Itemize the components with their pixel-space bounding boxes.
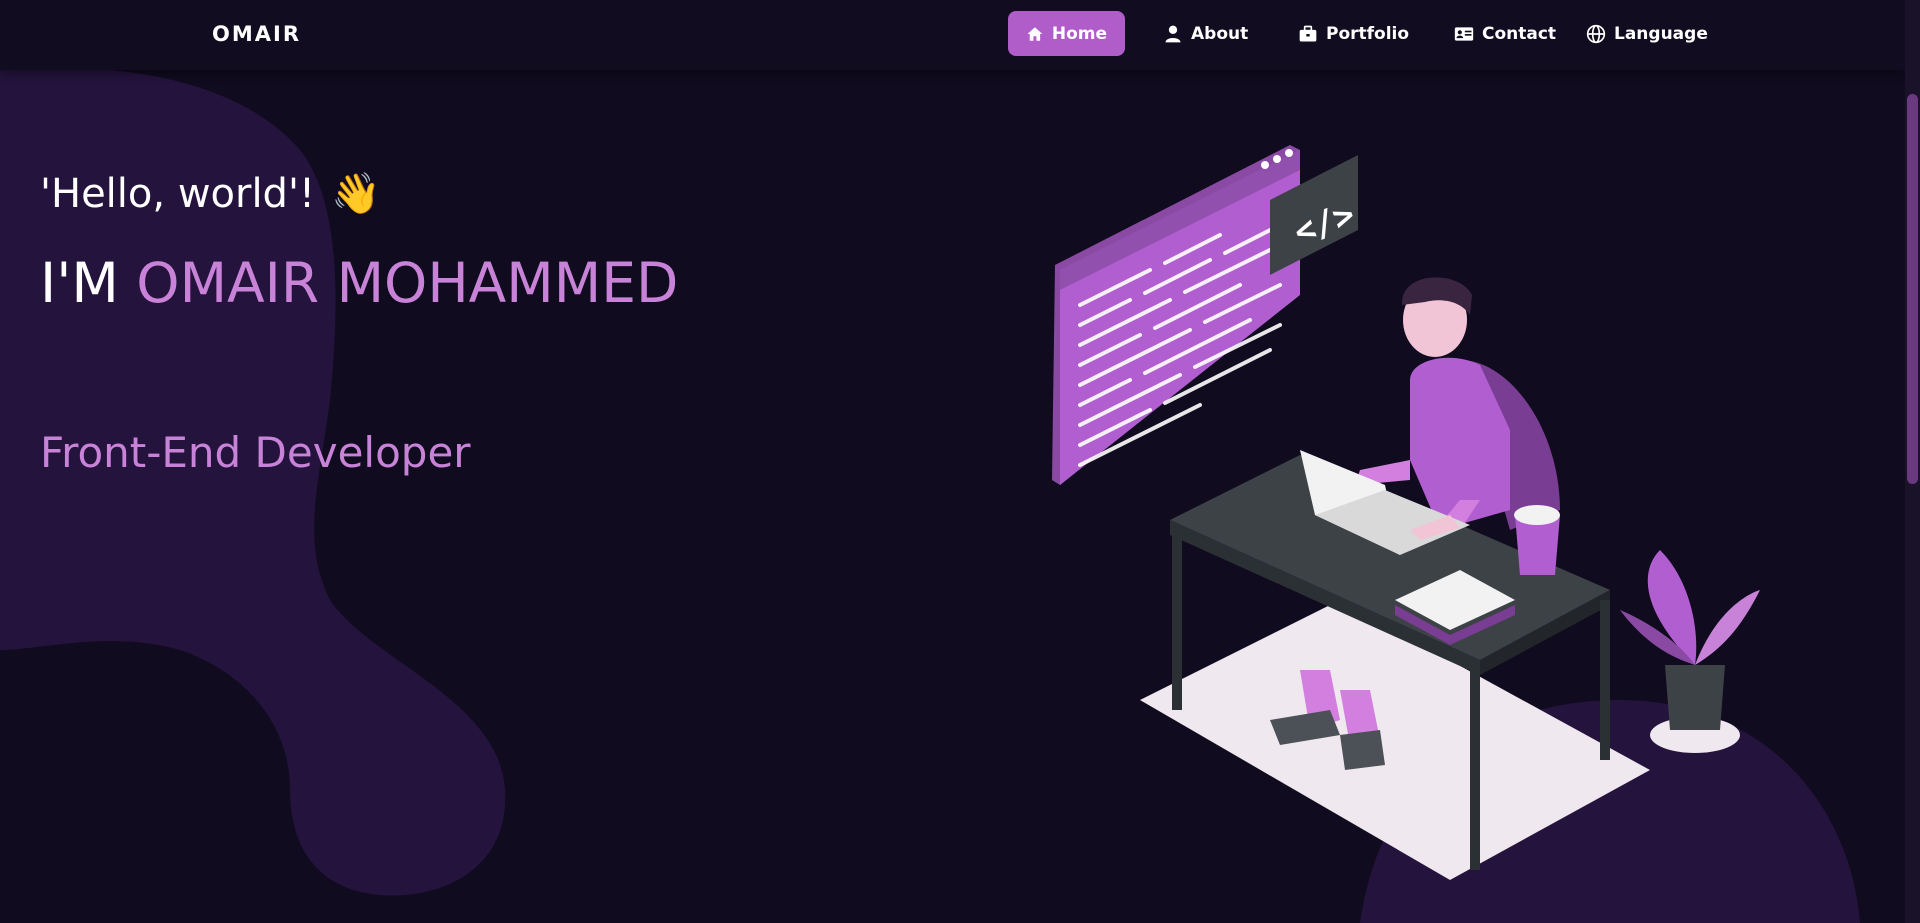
nav-contact[interactable]: Contact [1436, 11, 1574, 56]
nav-about[interactable]: About [1145, 11, 1266, 56]
briefcase-icon [1299, 25, 1317, 41]
nav-home-label: Home [1051, 23, 1107, 44]
greeting-text: 'Hello, world'! [40, 170, 315, 217]
hero-section: 'Hello, world'! 👋 I'M OMAIR MOHAMMED [40, 170, 678, 316]
nav-portfolio-label: Portfolio [1326, 23, 1410, 44]
developer-at-desk-illustration: </> [1052, 145, 1760, 880]
nav-contact-label: Contact [1482, 23, 1557, 44]
greeting: 'Hello, world'! 👋 [40, 170, 678, 218]
user-icon [1165, 25, 1181, 42]
name-highlight: OMAIR MOHAMMED [136, 251, 679, 315]
nav-about-label: About [1191, 23, 1249, 44]
name-prefix: I'M [40, 251, 119, 315]
role-typewriter: Front-End Developer [40, 428, 471, 477]
nav-language-label: Language [1614, 23, 1708, 44]
hero-title: I'M OMAIR MOHAMMED [40, 251, 678, 315]
globe-icon [1586, 24, 1606, 43]
home-icon [1027, 26, 1043, 41]
scrollbar-thumb[interactable] [1907, 94, 1918, 484]
scrollbar[interactable] [1905, 0, 1920, 923]
code-window [1052, 145, 1300, 485]
navbar: OMAIR Home About Portfolio Contact Langu… [0, 0, 1905, 70]
waving-hand-icon: 👋 [330, 171, 381, 217]
id-card-icon [1454, 26, 1474, 41]
nav-portfolio[interactable]: Portfolio [1280, 11, 1427, 56]
brand-logo[interactable]: OMAIR [212, 22, 301, 46]
nav-home[interactable]: Home [1008, 11, 1125, 56]
nav-language[interactable]: Language [1568, 11, 1726, 56]
